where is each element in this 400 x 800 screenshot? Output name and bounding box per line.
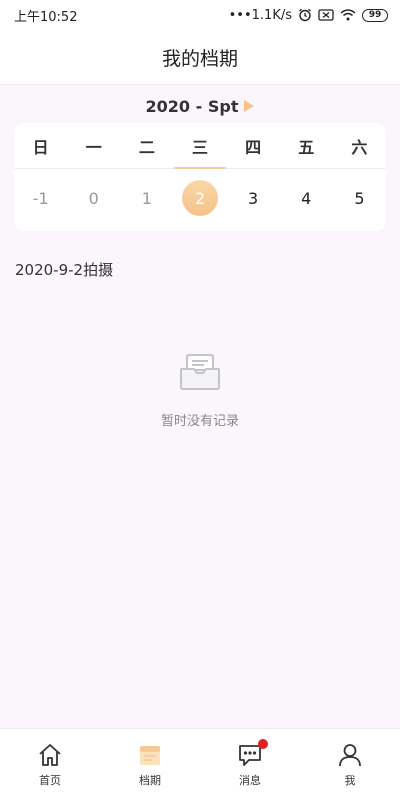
date-cell[interactable]: 5 bbox=[333, 169, 386, 227]
date-number: 0 bbox=[88, 188, 99, 208]
network-speed: •••1.1K/s bbox=[228, 7, 292, 23]
bottom-nav: 首页 档期 消息 我 bbox=[0, 728, 400, 800]
message-icon bbox=[236, 739, 268, 769]
date-cell[interactable]: 0 bbox=[67, 169, 120, 227]
shoot-date-label: 2020-9-2拍摄 bbox=[15, 261, 114, 279]
selected-date-number: 2 bbox=[181, 180, 218, 216]
nav-item-schedule[interactable]: 档期 bbox=[100, 729, 200, 800]
weekday-fri: 五 bbox=[298, 137, 315, 157]
nav-label-schedule: 档期 bbox=[139, 774, 161, 787]
nav-label-messages: 消息 bbox=[239, 774, 261, 787]
weekday-wed: 三 bbox=[173, 123, 226, 168]
next-month-arrow-icon[interactable] bbox=[244, 100, 255, 112]
status-time: 上午10:52 bbox=[14, 9, 78, 25]
calendar-card: 日 一 二 三 四 五 六 -1 0 1 2 3 4 5 bbox=[14, 123, 386, 231]
alarm-icon bbox=[298, 8, 312, 22]
weekday-row: 日 一 二 三 四 五 六 bbox=[14, 123, 386, 169]
weekday-tue: 二 bbox=[138, 137, 155, 157]
date-cell-selected[interactable]: 2 bbox=[173, 169, 226, 227]
user-icon bbox=[336, 741, 364, 769]
date-number: 5 bbox=[354, 188, 365, 208]
date-cell[interactable]: 1 bbox=[120, 169, 173, 227]
page-title: 我的档期 bbox=[161, 47, 238, 70]
weekday-sun: 日 bbox=[32, 137, 49, 157]
app-header: 我的档期 bbox=[0, 30, 400, 85]
status-icons: •••1.1K/s 99 bbox=[229, 8, 388, 23]
wifi-icon bbox=[340, 9, 356, 21]
status-bar: 上午10:52 •••1.1K/s 99 bbox=[0, 0, 400, 30]
month-selector: 2020 - Spt bbox=[0, 94, 400, 118]
sim-off-icon bbox=[318, 9, 334, 21]
nav-item-home[interactable]: 首页 bbox=[0, 729, 100, 800]
date-row: -1 0 1 2 3 4 5 bbox=[14, 169, 386, 227]
nav-item-messages[interactable]: 消息 bbox=[200, 729, 300, 800]
nav-label-home: 首页 bbox=[39, 774, 61, 787]
home-icon bbox=[36, 741, 64, 769]
unread-badge bbox=[258, 739, 268, 749]
weekday-sat: 六 bbox=[351, 137, 368, 157]
weekday-thu: 四 bbox=[245, 137, 262, 157]
empty-state-text: 暂时没有记录 bbox=[160, 414, 239, 429]
date-number: 1 bbox=[141, 188, 152, 208]
battery-icon: 99 bbox=[362, 8, 388, 22]
calendar-icon bbox=[136, 741, 164, 769]
month-label: 2020 - Spt bbox=[145, 96, 239, 116]
nav-label-me: 我 bbox=[344, 774, 356, 787]
nav-item-me[interactable]: 我 bbox=[300, 729, 400, 800]
date-number: 3 bbox=[248, 188, 259, 208]
date-cell[interactable]: -1 bbox=[14, 169, 67, 227]
date-number: 4 bbox=[301, 188, 312, 208]
date-number: -1 bbox=[32, 188, 49, 208]
date-cell[interactable]: 3 bbox=[227, 169, 280, 227]
date-cell[interactable]: 4 bbox=[280, 169, 333, 227]
inbox-icon bbox=[178, 352, 222, 392]
weekday-mon: 一 bbox=[85, 137, 102, 157]
